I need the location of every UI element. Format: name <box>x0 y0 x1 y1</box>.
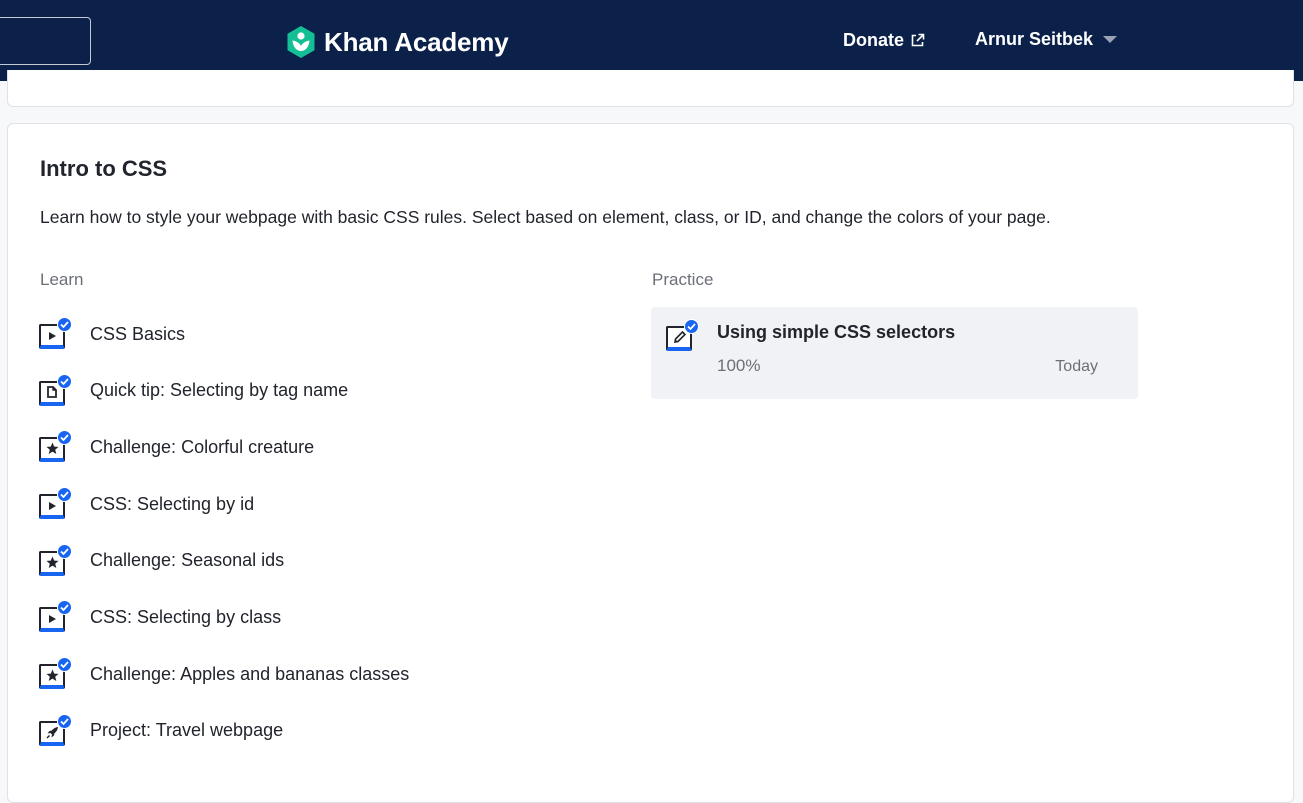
learn-item-css-selecting-by-class[interactable]: CSS: Selecting by class <box>38 597 409 637</box>
checkmark-icon <box>57 430 72 446</box>
user-menu-button[interactable]: Arnur Seitbek <box>975 29 1118 50</box>
learn-list: CSS Basics Quick tip: Selecting by tag n… <box>38 314 409 768</box>
checkmark-icon <box>57 373 72 389</box>
practice-heading: Practice <box>652 270 714 289</box>
learn-item-label: Challenge: Colorful creature <box>90 436 315 457</box>
checkmark-icon <box>57 487 72 503</box>
donate-label: Donate <box>843 30 905 50</box>
search-input[interactable] <box>0 17 91 65</box>
checkmark-icon <box>57 543 72 559</box>
video-icon <box>38 600 72 634</box>
learn-item-label: CSS: Selecting by class <box>90 606 282 627</box>
pencil-icon <box>665 319 699 353</box>
checkmark-icon <box>57 657 72 673</box>
khan-academy-logo[interactable]: Khan Academy <box>286 24 509 60</box>
checkmark-icon <box>684 319 699 334</box>
learn-item-label: CSS Basics <box>90 323 186 344</box>
learn-item-label: Quick tip: Selecting by tag name <box>90 380 349 401</box>
checkmark-icon <box>57 317 72 332</box>
previous-section-card <box>7 70 1294 107</box>
learn-heading: Learn <box>40 270 84 289</box>
star-icon <box>38 657 72 691</box>
unit-card: Intro to CSS Learn how to style your web… <box>7 123 1294 803</box>
user-name: Arnur Seitbek <box>975 29 1094 49</box>
learn-item-label: CSS: Selecting by id <box>90 493 255 514</box>
practice-item-using-simple-css-selectors[interactable]: Using simple CSS selectors 100% Today <box>651 307 1138 399</box>
practice-date: Today <box>1055 358 1098 375</box>
practice-title: Using simple CSS selectors <box>717 322 956 342</box>
learn-item-label: Project: Travel webpage <box>90 720 284 741</box>
learn-item-css-basics[interactable]: CSS Basics <box>38 314 409 354</box>
checkmark-icon <box>57 600 72 616</box>
donate-link[interactable]: Donate <box>843 30 925 51</box>
rocket-icon <box>38 713 72 748</box>
chevron-down-icon <box>1103 36 1118 43</box>
external-link-icon <box>911 33 925 47</box>
learn-item-challenge-colorful-creature[interactable]: Challenge: Colorful creature <box>38 427 409 467</box>
learn-item-css-selecting-by-id[interactable]: CSS: Selecting by id <box>38 484 409 524</box>
star-icon <box>38 430 72 464</box>
unit-title: Intro to CSS <box>40 156 168 181</box>
unit-description: Learn how to style your webpage with bas… <box>40 207 1051 227</box>
checkmark-icon <box>57 713 72 729</box>
learn-item-challenge-seasonal-ids[interactable]: Challenge: Seasonal ids <box>38 541 409 581</box>
brand-name: Khan Academy <box>324 26 509 57</box>
video-icon <box>38 317 72 351</box>
learn-item-label: Challenge: Seasonal ids <box>90 550 285 571</box>
article-icon <box>38 373 72 408</box>
top-navigation-bar: Khan Academy Donate Arnur Seitbek <box>0 0 1303 81</box>
learn-item-label: Challenge: Apples and bananas classes <box>90 663 410 684</box>
practice-percent: 100% <box>717 356 761 375</box>
star-icon <box>38 543 72 578</box>
learn-item-challenge-apples-and-bananas-classes[interactable]: Challenge: Apples and bananas classes <box>38 654 409 694</box>
video-icon <box>38 487 72 521</box>
learn-item-project-travel-webpage[interactable]: Project: Travel webpage <box>38 711 409 751</box>
khan-academy-logo-icon <box>287 26 315 58</box>
learn-item-quick-tip-selecting-by-tag-name[interactable]: Quick tip: Selecting by tag name <box>38 371 409 411</box>
